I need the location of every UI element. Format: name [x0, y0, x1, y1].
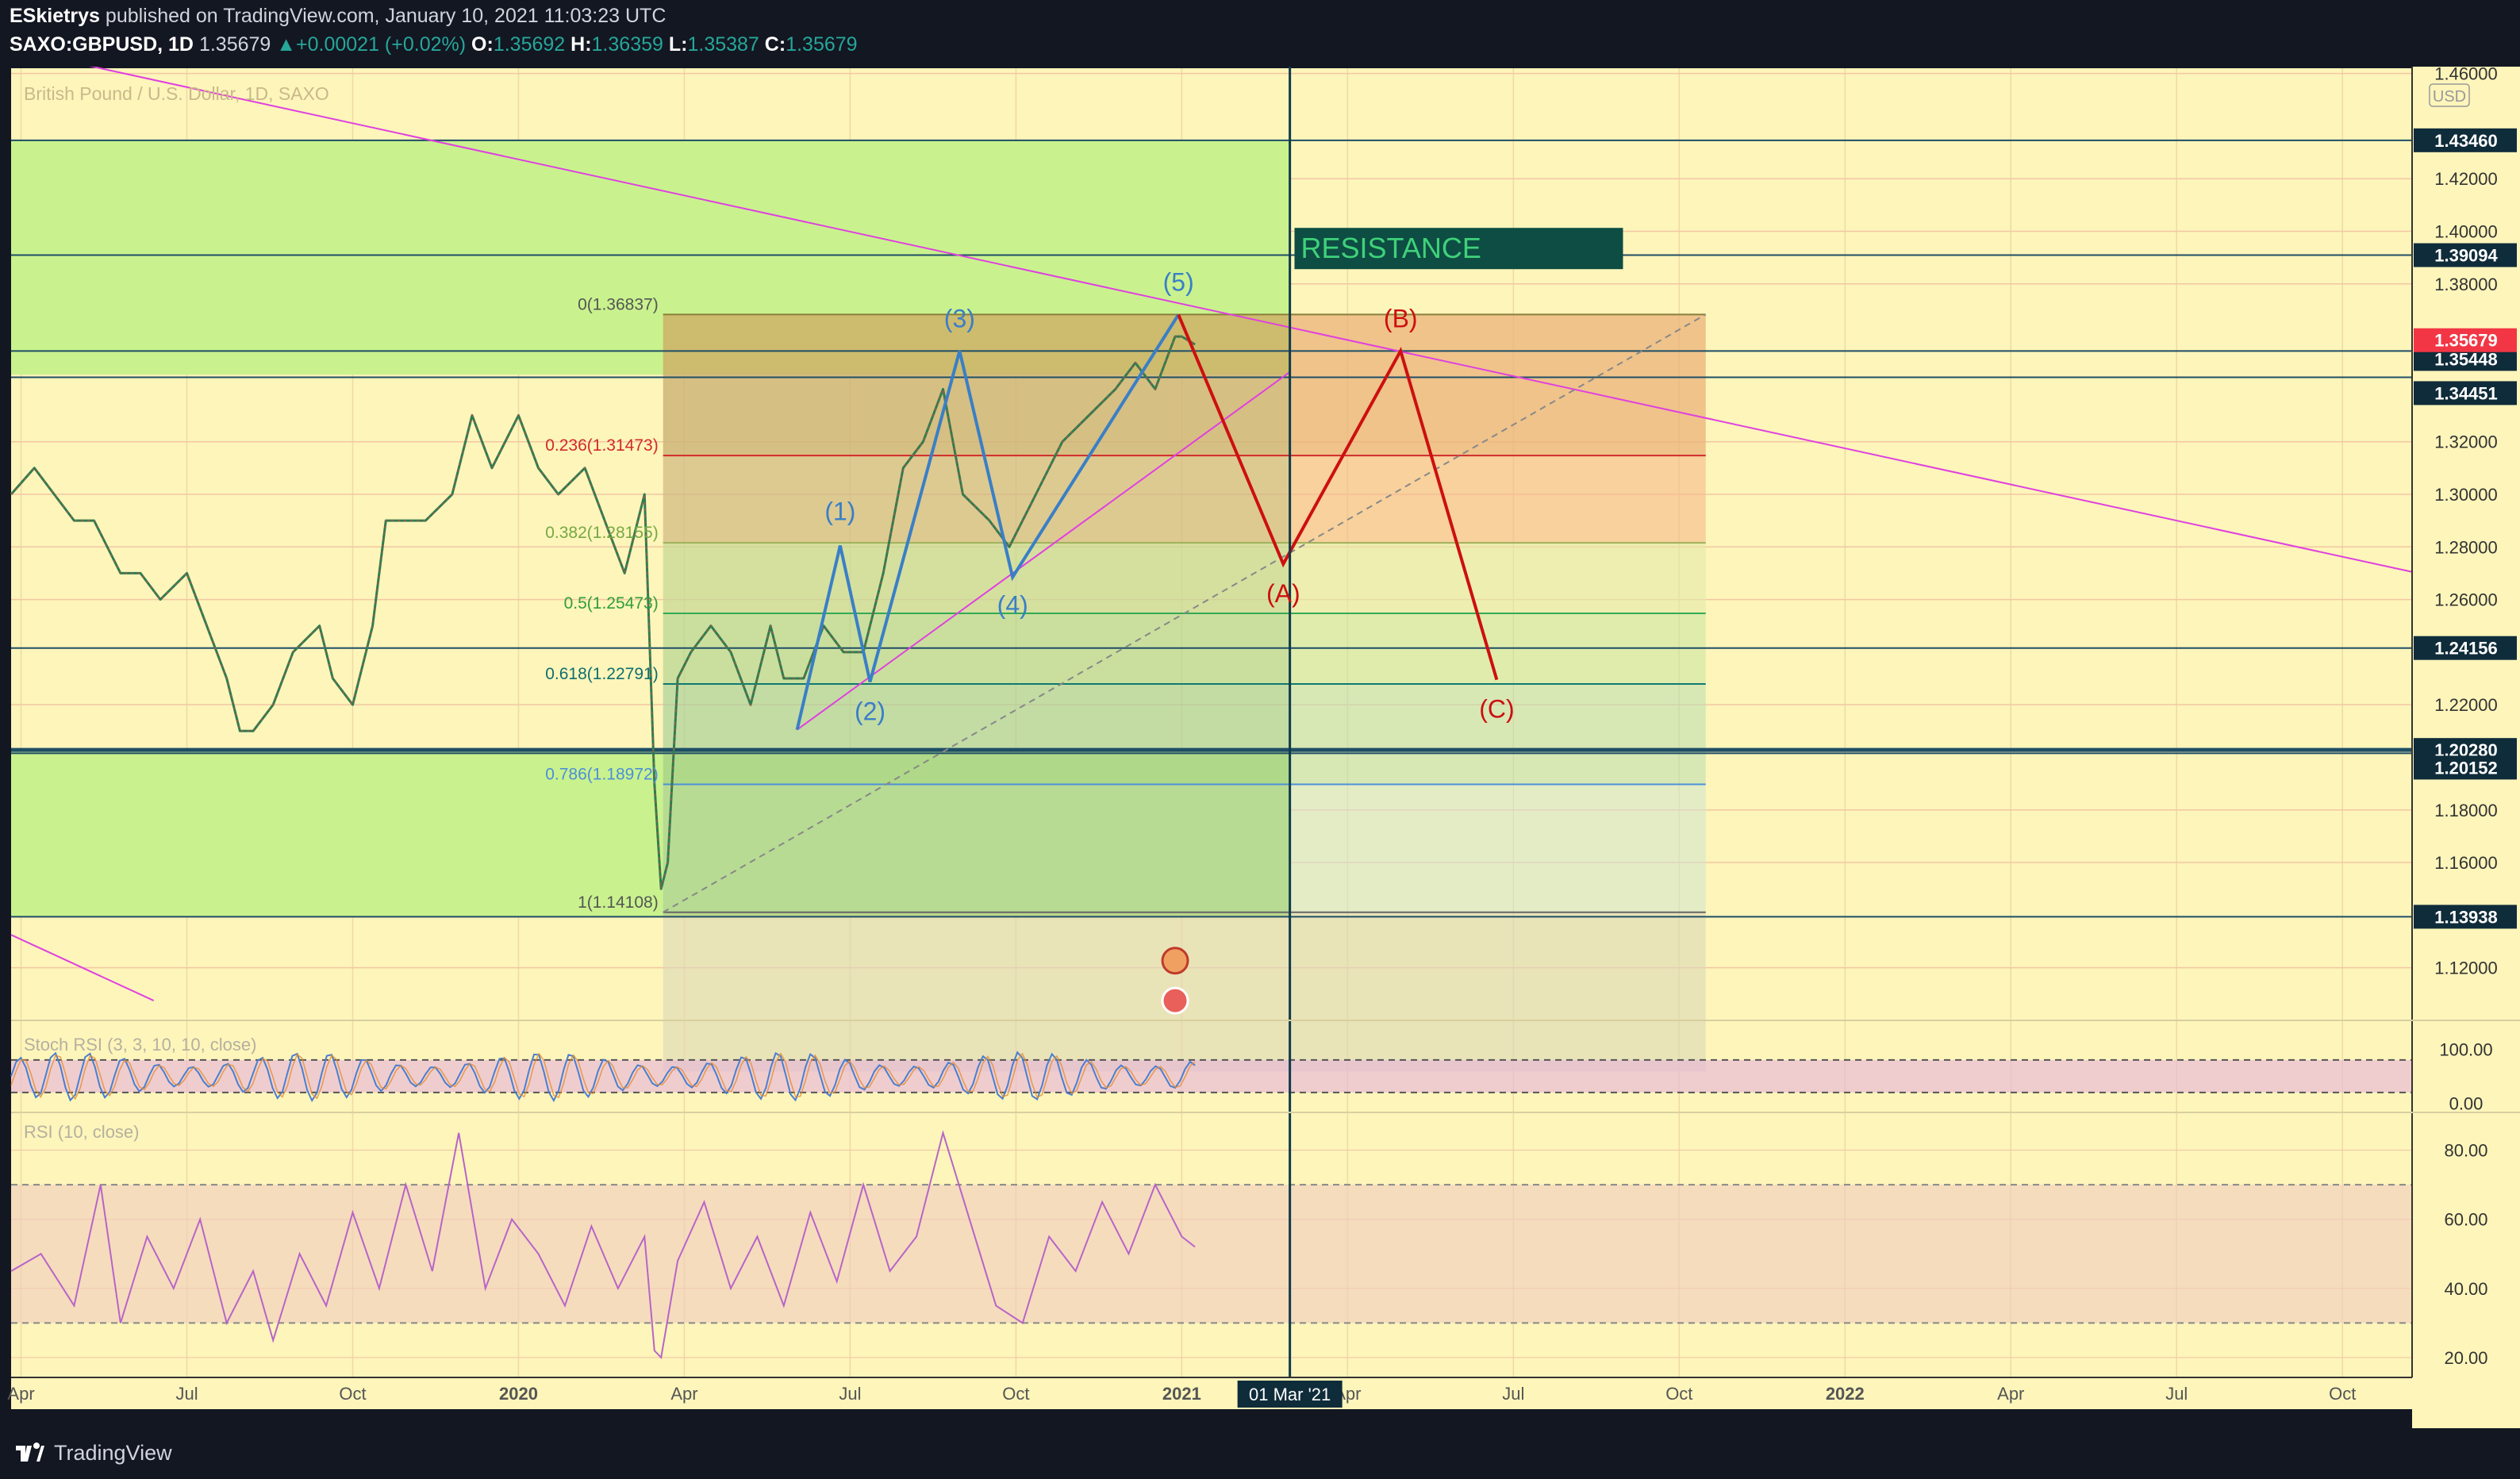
rsi-tick-label: 40.00: [2444, 1279, 2487, 1299]
ohlc-line: SAXO:GBPUSD, 1D 1.35679 ▲+0.00021 (+0.02…: [10, 33, 858, 56]
impulse-wave-label: (1): [824, 497, 855, 526]
resistance-label: RESISTANCE: [1300, 232, 1481, 264]
rsi-band: [11, 1185, 2412, 1323]
price-tick-label: 1.22000: [2434, 695, 2498, 715]
fib-overlay: [663, 375, 1290, 751]
low-value: 1.35387: [687, 33, 759, 56]
chart-header: ESkietrys published on TradingView.com, …: [0, 0, 2520, 67]
price-tick-label: 1.26000: [2434, 590, 2498, 610]
up-triangle-icon: ▲: [276, 33, 297, 56]
high-value: 1.36359: [591, 33, 663, 56]
price-tick-label: 1.32000: [2434, 432, 2498, 452]
fib-level-label: 0.786(1.18972): [545, 766, 658, 784]
fib-level-label: 1(1.14108): [578, 893, 659, 912]
close-label: C:: [764, 33, 786, 56]
close-value: 1.35679: [786, 33, 858, 56]
rsi-tick-label: 60.00: [2444, 1210, 2487, 1230]
low-label: L:: [668, 33, 688, 56]
time-tick-label: Jul: [1502, 1384, 1524, 1404]
open-value: 1.35692: [493, 33, 566, 56]
time-tick-label: Oct: [2329, 1384, 2356, 1404]
price-tick-label: 1.18000: [2434, 801, 2498, 820]
us-flag-icon[interactable]: [1161, 986, 1189, 1015]
high-label: H:: [570, 33, 592, 56]
fib-level-label: 0.5(1.25473): [564, 594, 659, 613]
current-price-tag: 1.35679: [2434, 331, 2498, 351]
publisher-name[interactable]: ESkietrys: [10, 5, 100, 27]
time-tick-label: Apr: [7, 1384, 34, 1404]
fib-level-label: 0.618(1.22791): [545, 665, 658, 683]
vertical-marker-tag: 01 Mar '21: [1249, 1385, 1331, 1404]
fib-level-label: 0.236(1.31473): [545, 436, 658, 455]
fib-level-label: 0(1.36837): [578, 295, 659, 313]
time-tick-label: Oct: [1665, 1384, 1692, 1404]
price-level-tag: 1.20152: [2434, 758, 2498, 778]
footer-bar: TradingView: [0, 1428, 2520, 1479]
tradingview-brand[interactable]: TradingView: [54, 1441, 172, 1466]
time-tick-label: 2020: [499, 1384, 538, 1404]
time-tick-label: 2022: [1826, 1384, 1865, 1404]
fib-overlay: [663, 314, 1290, 375]
price-tick-label: 1.30000: [2434, 485, 2498, 505]
time-tick-label: Oct: [1002, 1384, 1029, 1404]
price-tick-label: 1.12000: [2434, 958, 2498, 978]
impulse-wave-label: (3): [944, 304, 975, 332]
currency-label: USD: [2433, 88, 2466, 106]
price-level-tag: 1.34451: [2434, 383, 2498, 403]
price-level-tag: 1.39094: [2434, 246, 2498, 266]
price-level-tag: 1.35448: [2434, 349, 2498, 369]
last-price: 1.35679: [198, 33, 271, 56]
rsi-tick-label: 20.00: [2444, 1348, 2487, 1368]
chart-title: British Pound / U.S. Dollar, 1D, SAXO: [24, 83, 329, 104]
time-tick-label: Jul: [2165, 1384, 2188, 1404]
impulse-wave-label: (4): [997, 590, 1028, 619]
rsi-pane-title: RSI (10, close): [24, 1122, 140, 1142]
chart-canvas[interactable]: 0(1.36837) 0.236(1.31473) 0.382(1.28155) 0.…: [0, 67, 2520, 1428]
price-tick-label: 1.46000: [2434, 67, 2498, 84]
stoch-tick-label: 0.00: [2449, 1094, 2484, 1114]
price-level-tag: 1.43460: [2434, 131, 2498, 151]
open-label: O:: [471, 33, 494, 56]
price-tick-label: 1.42000: [2434, 169, 2498, 189]
rsi-tick-label: 80.00: [2444, 1141, 2487, 1161]
price-tick-label: 1.40000: [2434, 222, 2498, 242]
corrective-wave-label: (A): [1266, 579, 1300, 608]
price-tick-label: 1.28000: [2434, 537, 2498, 557]
symbol-label[interactable]: SAXO:GBPUSD, 1D: [10, 33, 194, 56]
price-tick-label: 1.16000: [2434, 853, 2498, 873]
time-tick-label: 2021: [1162, 1384, 1201, 1404]
time-tick-label: Jul: [839, 1384, 861, 1404]
fib-overlay: [663, 750, 1290, 917]
stoch-pane-title: Stoch RSI (3, 3, 10, 10, close): [24, 1035, 256, 1055]
price-level-tag: 1.24156: [2434, 639, 2498, 659]
time-axis-background: [11, 1377, 2412, 1409]
time-tick-label: Jul: [175, 1384, 198, 1404]
impulse-wave-label: (2): [855, 697, 885, 725]
price-level-tag: 1.13938: [2434, 907, 2498, 927]
price-tick-label: 1.38000: [2434, 275, 2498, 294]
tradingview-logo-icon[interactable]: [14, 1441, 44, 1465]
impulse-wave-label: (5): [1163, 268, 1194, 297]
price-change: +0.00021 (+0.02%): [296, 33, 467, 56]
corrective-wave-label: (C): [1479, 695, 1514, 724]
time-tick-label: Oct: [339, 1384, 366, 1404]
publish-info: ESkietrys published on TradingView.com, …: [10, 5, 666, 28]
corrective-wave-label: (B): [1384, 304, 1418, 332]
time-tick-label: Apr: [670, 1384, 697, 1404]
publish-text: published on TradingView.com, January 10…: [99, 5, 666, 27]
fib-level-label: 0.382(1.28155): [545, 524, 658, 542]
time-tick-label: Apr: [1997, 1384, 2024, 1404]
uk-flag-icon[interactable]: [1161, 947, 1189, 975]
stoch-tick-label: 100.00: [2439, 1039, 2492, 1059]
